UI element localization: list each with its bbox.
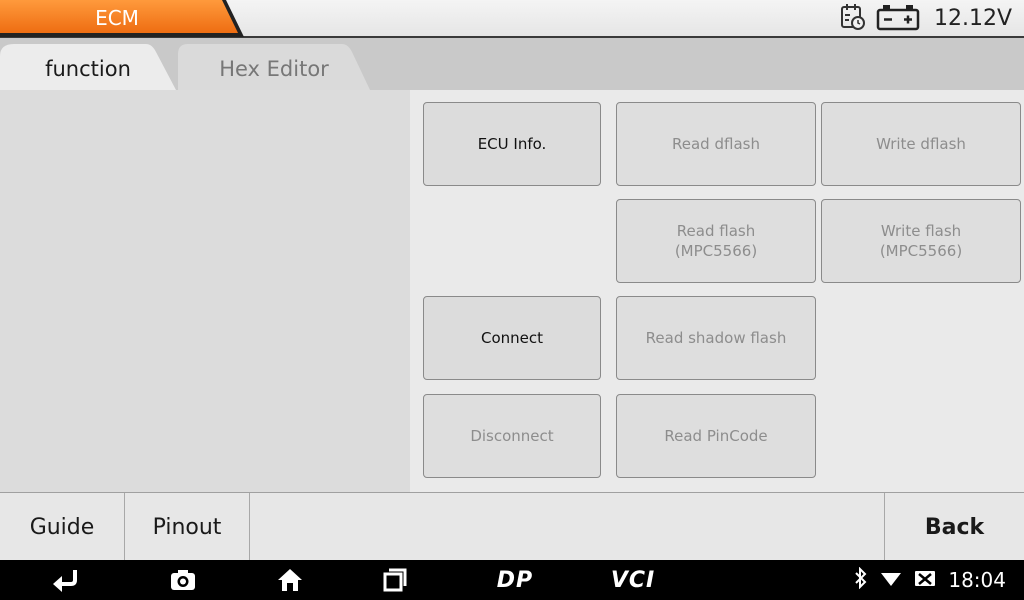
battery-icon xyxy=(876,3,920,35)
vci-label: VCI xyxy=(610,567,656,593)
vci-button[interactable]: VCI xyxy=(598,560,668,600)
tab-hex-editor-label: Hex Editor xyxy=(219,57,329,81)
tab-hex-editor[interactable]: Hex Editor xyxy=(178,44,370,90)
calendar-clock-icon xyxy=(840,3,866,35)
tab-bar: Hex Editor function xyxy=(0,38,1024,90)
read-dflash-button[interactable]: Read dflash xyxy=(616,102,816,186)
system-status-area: 18:04 xyxy=(854,560,1006,600)
module-title: ECM xyxy=(95,6,139,30)
ecu-info-button[interactable]: ECU Info. xyxy=(423,102,601,186)
wifi-icon xyxy=(880,569,902,591)
home-icon[interactable] xyxy=(264,560,316,600)
guide-button[interactable]: Guide xyxy=(0,493,125,561)
clock: 18:04 xyxy=(948,568,1006,592)
dp-label: DP xyxy=(496,567,534,593)
status-area: 12.12V xyxy=(840,0,1012,37)
back-button[interactable]: Back xyxy=(884,493,1024,561)
module-title-tab: ECM xyxy=(0,0,244,37)
pinout-button[interactable]: Pinout xyxy=(125,493,250,561)
no-sim-icon xyxy=(914,568,936,592)
camera-icon[interactable] xyxy=(157,560,209,600)
read-flash-mpc5566-button[interactable]: Read flash (MPC5566) xyxy=(616,199,816,283)
write-flash-mpc5566-button[interactable]: Write flash (MPC5566) xyxy=(821,199,1021,283)
back-arrow-icon[interactable] xyxy=(40,560,92,600)
function-panel: ECU Info. Read dflash Write dflash Read … xyxy=(410,90,1024,492)
disconnect-button[interactable]: Disconnect xyxy=(423,394,601,478)
write-dflash-button[interactable]: Write dflash xyxy=(821,102,1021,186)
left-panel xyxy=(0,90,410,492)
connect-button[interactable]: Connect xyxy=(423,296,601,380)
read-pincode-button[interactable]: Read PinCode xyxy=(616,394,816,478)
recents-icon[interactable] xyxy=(369,560,421,600)
read-shadow-flash-button[interactable]: Read shadow flash xyxy=(616,296,816,380)
battery-voltage: 12.12V xyxy=(933,6,1012,31)
dp-button[interactable]: DP xyxy=(480,560,550,600)
tab-function-label: function xyxy=(45,57,131,81)
tab-function[interactable]: function xyxy=(0,44,178,90)
system-nav-bar: DP VCI 18:04 xyxy=(0,560,1024,600)
bluetooth-icon xyxy=(854,566,868,593)
top-bar: ECM 12.12V xyxy=(0,0,1024,38)
bottom-toolbar: Guide Pinout Back xyxy=(0,492,1024,561)
